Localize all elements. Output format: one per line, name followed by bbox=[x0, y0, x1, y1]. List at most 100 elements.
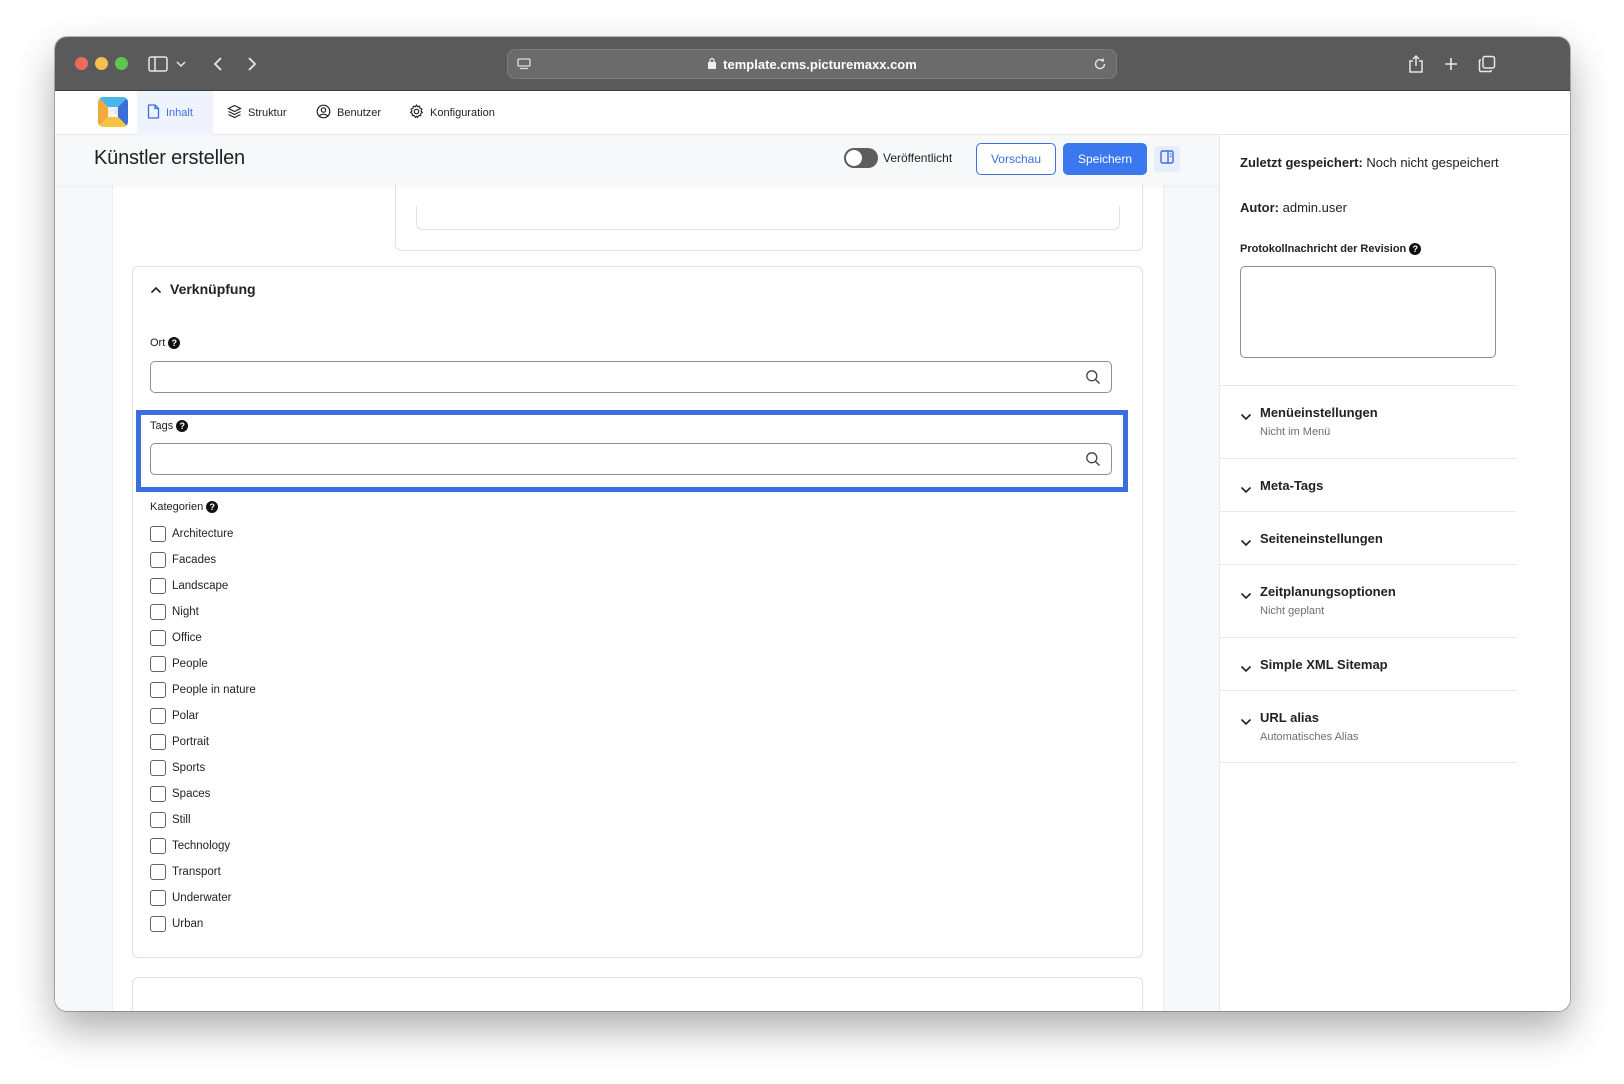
checkbox[interactable] bbox=[150, 526, 166, 542]
ort-label: Ort ? bbox=[150, 337, 181, 349]
close-window-button[interactable] bbox=[75, 57, 88, 70]
section-toggle[interactable]: Verknüpfung bbox=[150, 281, 256, 297]
published-label: Veröffentlicht bbox=[883, 151, 953, 165]
accordion-seiteneinstellungen[interactable]: Seiteneinstellungen bbox=[1220, 511, 1516, 564]
page-title: Künstler erstellen bbox=[94, 147, 245, 169]
save-button[interactable]: Speichern bbox=[1063, 143, 1147, 175]
category-checkbox-row[interactable]: Facades bbox=[150, 547, 256, 573]
meta-sidebar: Zuletzt gespeichert: Noch nicht gespeich… bbox=[1219, 135, 1570, 1011]
nav-item-struktur[interactable]: Struktur bbox=[217, 91, 297, 135]
checkbox[interactable] bbox=[150, 552, 166, 568]
category-checkbox-row[interactable]: Still bbox=[150, 807, 256, 833]
app-logo[interactable] bbox=[98, 97, 128, 127]
category-checkbox-row[interactable]: Office bbox=[150, 625, 256, 651]
category-checkbox-row[interactable]: Transport bbox=[150, 859, 256, 885]
checkbox[interactable] bbox=[150, 838, 166, 854]
category-checkbox-row[interactable]: Architecture bbox=[150, 521, 256, 547]
checkbox[interactable] bbox=[150, 734, 166, 750]
chevron-down-icon bbox=[1240, 587, 1252, 605]
sidebar-toggle-icon[interactable] bbox=[145, 51, 171, 77]
category-checkbox-row[interactable]: People bbox=[150, 651, 256, 677]
checkbox[interactable] bbox=[150, 578, 166, 594]
toggle-sidebar-button[interactable] bbox=[1154, 146, 1180, 172]
gear-icon bbox=[409, 103, 424, 122]
accordion-url-alias[interactable]: URL alias Automatisches Alias bbox=[1220, 690, 1516, 763]
category-checkbox-row[interactable]: Underwater bbox=[150, 885, 256, 911]
revision-label: Protokollnachricht der Revision ? bbox=[1240, 243, 1422, 255]
nav-item-label: Benutzer bbox=[337, 107, 382, 119]
zoom-window-button[interactable] bbox=[115, 57, 128, 70]
checkbox[interactable] bbox=[150, 604, 166, 620]
layers-icon bbox=[227, 104, 242, 122]
top-navigation: Inhalt Struktur Benutzer Konfiguration bbox=[55, 91, 1570, 135]
category-checkbox-row[interactable]: Technology bbox=[150, 833, 256, 859]
category-checkbox-row[interactable]: Sports bbox=[150, 755, 256, 781]
category-checkbox-row[interactable]: People in nature bbox=[150, 677, 256, 703]
chevron-down-icon bbox=[1240, 534, 1252, 552]
checkbox[interactable] bbox=[150, 890, 166, 906]
nav-item-konfiguration[interactable]: Konfiguration bbox=[399, 91, 505, 135]
chevron-down-icon bbox=[1240, 713, 1252, 731]
accordion-simple-xml-sitemap[interactable]: Simple XML Sitemap bbox=[1220, 637, 1516, 690]
category-checkbox-row[interactable]: Spaces bbox=[150, 781, 256, 807]
browser-window: template.cms.picturemaxx.com Inhalt Stru… bbox=[55, 37, 1570, 1011]
help-icon[interactable]: ? bbox=[206, 501, 219, 513]
checkbox[interactable] bbox=[150, 916, 166, 932]
browser-toolbar: template.cms.picturemaxx.com bbox=[55, 37, 1570, 91]
accordion-zeitplanungsoptionen[interactable]: Zeitplanungsoptionen Nicht geplant bbox=[1220, 564, 1516, 637]
chevron-down-icon[interactable] bbox=[173, 51, 189, 77]
chevron-down-icon bbox=[1240, 481, 1252, 499]
kategorien-label: Kategorien ? bbox=[150, 501, 219, 513]
checkbox[interactable] bbox=[150, 708, 166, 724]
nav-item-label: Inhalt bbox=[166, 107, 193, 119]
category-checkbox-row[interactable]: Landscape bbox=[150, 573, 256, 599]
verknuepfung-section: Verknüpfung Ort ? Tags ? Kategorien ? Ar… bbox=[132, 266, 1143, 958]
chevron-up-icon bbox=[150, 281, 162, 297]
nav-item-inhalt[interactable]: Inhalt bbox=[137, 91, 213, 135]
search-icon bbox=[1085, 451, 1101, 472]
address-bar[interactable]: template.cms.picturemaxx.com bbox=[507, 49, 1117, 79]
category-checkbox-row[interactable]: Polar bbox=[150, 703, 256, 729]
share-icon[interactable] bbox=[1403, 51, 1429, 77]
url-text: template.cms.picturemaxx.com bbox=[723, 56, 917, 72]
checkbox[interactable] bbox=[150, 864, 166, 880]
section-title: Verknüpfung bbox=[170, 281, 256, 297]
tags-label: Tags ? bbox=[150, 420, 189, 432]
help-icon[interactable]: ? bbox=[176, 420, 189, 432]
nav-item-label: Struktur bbox=[248, 107, 287, 119]
checkbox[interactable] bbox=[150, 682, 166, 698]
minimize-window-button[interactable] bbox=[95, 57, 108, 70]
forward-icon[interactable] bbox=[239, 51, 265, 77]
published-toggle[interactable] bbox=[844, 148, 878, 168]
accordion-menueinstellungen[interactable]: Menüeinstellungen Nicht im Menü bbox=[1220, 385, 1516, 458]
tab-overview-icon[interactable] bbox=[1474, 51, 1500, 77]
category-checkbox-row[interactable]: Urban bbox=[150, 911, 256, 937]
help-icon[interactable]: ? bbox=[1409, 243, 1422, 255]
new-tab-icon[interactable] bbox=[1438, 51, 1464, 77]
lock-icon bbox=[707, 57, 717, 72]
tags-input[interactable] bbox=[150, 443, 1112, 475]
page-menu-icon[interactable] bbox=[516, 56, 532, 75]
checkbox[interactable] bbox=[150, 630, 166, 646]
checkbox[interactable] bbox=[150, 656, 166, 672]
author-info: Autor: admin.user bbox=[1240, 200, 1347, 215]
accordion-meta-tags[interactable]: Meta-Tags bbox=[1220, 458, 1516, 511]
last-saved-info: Zuletzt gespeichert: Noch nicht gespeich… bbox=[1240, 155, 1499, 170]
help-icon[interactable]: ? bbox=[168, 337, 181, 349]
categories-list: Architecture Facades Landscape Night Off… bbox=[150, 521, 256, 937]
reload-icon[interactable] bbox=[1092, 56, 1108, 75]
sidebar-panel-icon bbox=[1160, 149, 1174, 169]
search-icon bbox=[1085, 369, 1101, 390]
category-checkbox-row[interactable]: Portrait bbox=[150, 729, 256, 755]
checkbox[interactable] bbox=[150, 786, 166, 802]
main-content: Künstler erstellen Veröffentlicht Vorsch… bbox=[55, 135, 1219, 1011]
chevron-down-icon bbox=[1240, 408, 1252, 426]
ort-input[interactable] bbox=[150, 361, 1112, 393]
nav-item-benutzer[interactable]: Benutzer bbox=[306, 91, 391, 135]
preview-button[interactable]: Vorschau bbox=[976, 143, 1056, 175]
checkbox[interactable] bbox=[150, 760, 166, 776]
revision-message-textarea[interactable] bbox=[1240, 266, 1496, 358]
checkbox[interactable] bbox=[150, 812, 166, 828]
back-icon[interactable] bbox=[205, 51, 231, 77]
category-checkbox-row[interactable]: Night bbox=[150, 599, 256, 625]
